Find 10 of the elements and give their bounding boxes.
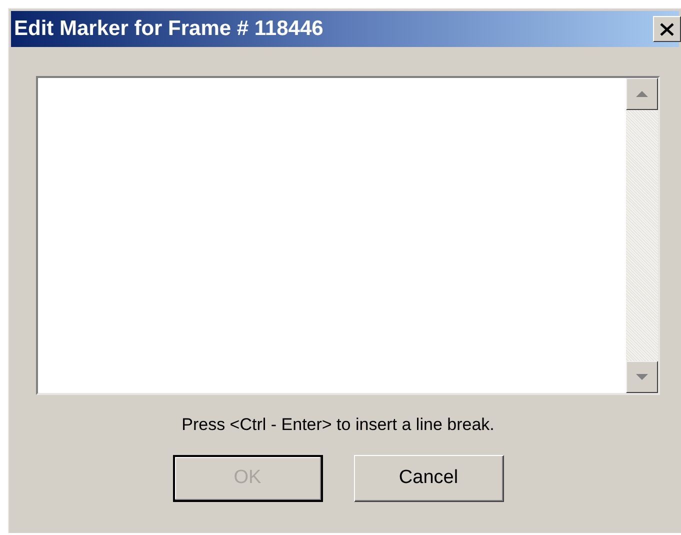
up-arrow-icon [636,91,648,97]
scroll-down-button[interactable] [626,361,658,393]
dialog-button[interactable]: Cancel [354,454,504,502]
scroll-bar[interactable] [626,78,658,393]
down-arrow-icon [636,374,648,380]
close-icon [660,22,674,36]
scroll-up-button[interactable] [626,78,658,110]
close-button[interactable] [653,16,681,42]
hint-text: Press <Ctrl - Enter> to insert a line break. [182,414,494,436]
window-title: Edit Marker for Frame # 118446 [13,16,324,42]
